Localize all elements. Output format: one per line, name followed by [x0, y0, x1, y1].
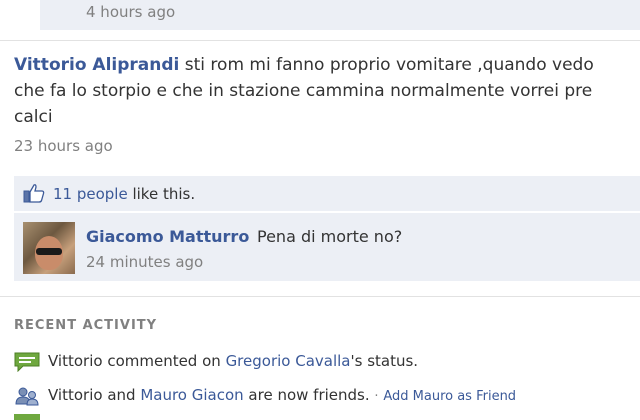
- activity-text: Vittorio commented on Gregorio Cavalla's…: [48, 352, 418, 370]
- activity-text: Vittorio and Mauro Giacon are now friend…: [48, 386, 516, 404]
- activity-text-part: are now friends.: [243, 386, 370, 404]
- divider: [0, 40, 640, 41]
- comment-icon: [14, 352, 40, 372]
- add-friend-link[interactable]: Add Mauro as Friend: [383, 389, 516, 404]
- likes-summary: 11 people like this.: [53, 185, 195, 203]
- divider: [0, 296, 640, 297]
- avatar[interactable]: [23, 222, 75, 274]
- comment: Giacomo Matturro Pena di morte no? 24 mi…: [14, 213, 640, 281]
- avatar-glasses: [36, 248, 62, 255]
- post-author-link[interactable]: Vittorio Aliprandi: [14, 55, 179, 75]
- activity-user-link[interactable]: Gregorio Cavalla: [226, 352, 351, 370]
- post-text-line-1: sti rom mi fanno proprio vomitare ,quand…: [184, 55, 594, 75]
- comment-text: Pena di morte no?: [257, 227, 403, 246]
- activity-text-part: Vittorio commented on: [48, 352, 226, 370]
- friends-icon: [15, 387, 39, 406]
- next-activity-icon-partial: [14, 414, 40, 420]
- recent-activity-header: RECENT ACTIVITY: [14, 318, 158, 333]
- comment-timestamp: 24 minutes ago: [86, 253, 204, 271]
- likes-count-link[interactable]: 11 people: [53, 185, 128, 203]
- post-line-1: Vittorio Aliprandi sti rom mi fanno prop…: [14, 52, 640, 78]
- post-text-line-3: calci: [14, 107, 53, 127]
- comment-author-link[interactable]: Giacomo Matturro: [86, 227, 249, 246]
- activity-text-part: 's status.: [350, 352, 419, 370]
- likes-suffix: like this.: [127, 185, 196, 203]
- separator-dot: ·: [374, 389, 379, 404]
- thumbs-up-icon: [23, 184, 45, 203]
- post-timestamp[interactable]: 23 hours ago: [14, 137, 113, 155]
- activity-user-link[interactable]: Mauro Giacon: [140, 386, 243, 404]
- post-text-line-2: che fa lo storpio e che in stazione camm…: [14, 81, 593, 101]
- status-post: Vittorio Aliprandi sti rom mi fanno prop…: [14, 52, 640, 130]
- previous-post-timestamp: 4 hours ago: [86, 3, 176, 21]
- activity-text-part: Vittorio and: [48, 386, 141, 404]
- like-bar: 11 people like this.: [14, 176, 640, 211]
